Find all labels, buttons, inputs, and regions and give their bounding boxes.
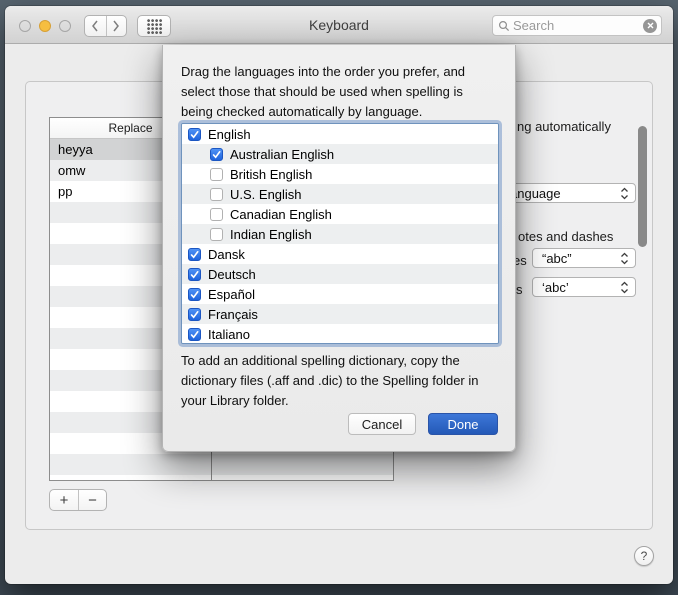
single-quotes-label: s bbox=[516, 282, 523, 297]
done-button[interactable]: Done bbox=[428, 413, 498, 435]
help-button[interactable]: ? bbox=[634, 546, 654, 566]
checkbox-unchecked-icon[interactable] bbox=[210, 228, 223, 241]
language-row[interactable]: British English bbox=[182, 164, 498, 184]
search-icon bbox=[498, 20, 510, 32]
search-field[interactable] bbox=[492, 15, 662, 36]
language-row[interactable]: Français bbox=[182, 304, 498, 324]
language-label: Deutsch bbox=[208, 267, 256, 282]
language-label: Indian English bbox=[230, 227, 312, 242]
language-row[interactable]: Deutsch bbox=[182, 264, 498, 284]
popup-chevrons-icon bbox=[620, 281, 629, 297]
checkbox-checked-icon[interactable] bbox=[188, 128, 201, 141]
double-quotes-popup[interactable]: “abc” bbox=[532, 248, 636, 268]
smart-quotes-heading: otes and dashes bbox=[518, 229, 613, 244]
language-row[interactable]: English bbox=[182, 124, 498, 144]
remove-button[interactable]: − bbox=[78, 490, 106, 510]
language-row[interactable]: Dansk bbox=[182, 244, 498, 264]
popup-chevrons-icon bbox=[620, 187, 629, 203]
language-label: Australian English bbox=[230, 147, 334, 162]
cancel-button[interactable]: Cancel bbox=[348, 413, 416, 435]
clear-search-icon[interactable] bbox=[643, 19, 657, 33]
checkbox-checked-icon[interactable] bbox=[188, 328, 201, 341]
replace-cell: omw bbox=[50, 163, 85, 178]
table-row[interactable] bbox=[50, 475, 393, 481]
language-label: Español bbox=[208, 287, 255, 302]
spelling-automatically-label: ng automatically bbox=[517, 119, 611, 134]
desktop: Keyboard Replace heyyaomwpp bbox=[0, 0, 678, 595]
language-row[interactable]: Italiano bbox=[182, 324, 498, 344]
language-list[interactable]: English Australian English British English… bbox=[181, 123, 499, 344]
checkbox-unchecked-icon[interactable] bbox=[210, 208, 223, 221]
dialog-intro-text: Drag the languages into the order you pr… bbox=[181, 62, 506, 122]
add-remove-control: + − bbox=[49, 489, 107, 511]
language-label: English bbox=[208, 127, 251, 142]
language-row[interactable]: Español bbox=[182, 284, 498, 304]
language-label: U.S. English bbox=[230, 187, 302, 202]
replace-cell: pp bbox=[50, 184, 72, 199]
checkbox-checked-icon[interactable] bbox=[210, 148, 223, 161]
add-button[interactable]: + bbox=[50, 490, 78, 510]
spelling-language-popup[interactable]: anguage bbox=[500, 183, 636, 203]
spelling-languages-dialog: Drag the languages into the order you pr… bbox=[162, 45, 516, 452]
preferences-window: Keyboard Replace heyyaomwpp bbox=[5, 6, 673, 584]
language-label: Italiano bbox=[208, 327, 250, 342]
language-row[interactable]: Canadian English bbox=[182, 204, 498, 224]
language-label: Français bbox=[208, 307, 258, 322]
toolbar: Keyboard bbox=[5, 6, 673, 44]
checkbox-checked-icon[interactable] bbox=[188, 308, 201, 321]
checkbox-unchecked-icon[interactable] bbox=[210, 188, 223, 201]
table-row[interactable] bbox=[50, 454, 393, 475]
popup-chevrons-icon bbox=[620, 252, 629, 268]
language-row[interactable]: Indian English bbox=[182, 224, 498, 244]
replace-cell: heyya bbox=[50, 142, 93, 157]
search-input[interactable] bbox=[510, 18, 643, 33]
language-row[interactable]: Australian English bbox=[182, 144, 498, 164]
checkbox-checked-icon[interactable] bbox=[188, 268, 201, 281]
list-scrollbar-thumb[interactable] bbox=[638, 126, 647, 247]
language-row[interactable]: U.S. English bbox=[182, 184, 498, 204]
single-quotes-popup[interactable]: ‘abc’ bbox=[532, 277, 636, 297]
language-label: Canadian English bbox=[230, 207, 332, 222]
dialog-footer-text: To add an additional spelling dictionary… bbox=[181, 351, 506, 411]
checkbox-checked-icon[interactable] bbox=[188, 288, 201, 301]
language-label: Dansk bbox=[208, 247, 245, 262]
checkbox-checked-icon[interactable] bbox=[188, 248, 201, 261]
checkbox-unchecked-icon[interactable] bbox=[210, 168, 223, 181]
language-label: British English bbox=[230, 167, 312, 182]
